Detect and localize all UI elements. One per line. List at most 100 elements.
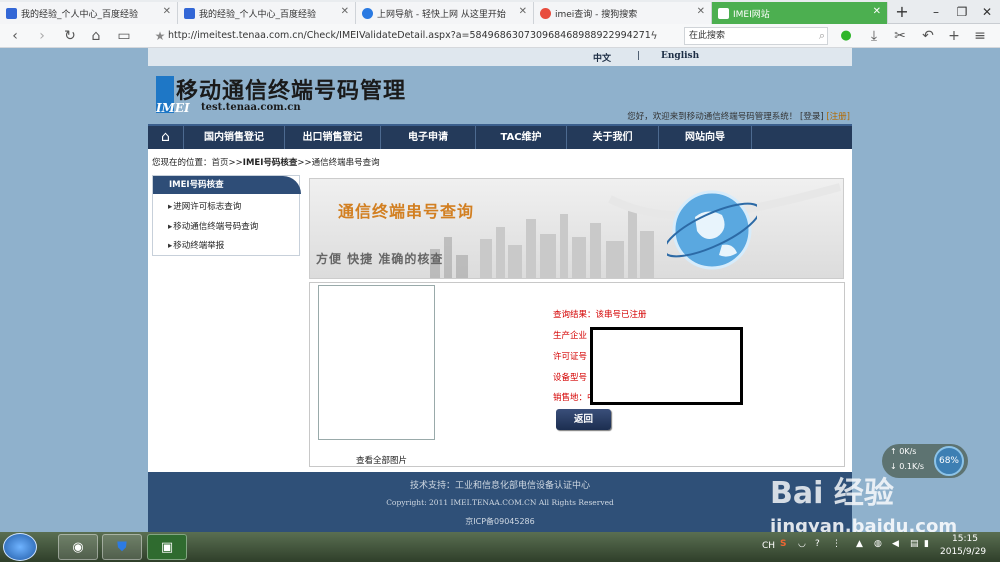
download-icon[interactable]: ⤓	[864, 27, 884, 45]
nav-tac-maintenance[interactable]: TAC维护	[476, 126, 567, 149]
input-language[interactable]: CH	[762, 541, 775, 551]
footer-icp[interactable]: 京ICP备09045286	[148, 516, 852, 527]
reload-icon[interactable]: ↻	[60, 27, 80, 45]
sidebar-item-terminal-number[interactable]: 移动通信终端号码查询	[168, 220, 258, 232]
clock-date[interactable]: 2015/9/29	[940, 547, 986, 557]
website-container: 中文 | English IMEI 移动通信终端号码管理 test.tenaa.…	[148, 48, 852, 532]
result-panel: 查看全部图片 查询结果：该串号已注册 生产企业 许可证号 设备型号 销售地：中 …	[309, 282, 845, 467]
breadcrumb-section[interactable]: IMEI号码核查	[243, 158, 298, 168]
back-button[interactable]: 返回	[556, 409, 611, 430]
sidebar: IMEI号码核查 进网许可标志查询 移动通信终端号码查询 移动终端举报	[152, 175, 301, 256]
upload-speed-value: 0K/s	[899, 447, 917, 456]
nav-export-registration[interactable]: 出口销售登记	[285, 126, 381, 149]
back-arrow-icon[interactable]: ‹	[5, 27, 25, 45]
footer-copyright: Copyright: 2011 IMEI.TENAA.COM.CN All Ri…	[386, 498, 614, 507]
lang-separator: |	[637, 51, 641, 61]
baidu-favicon-icon	[184, 7, 195, 19]
banner: 通信终端串号查询 方便 快捷 准确的核查	[309, 178, 844, 279]
taskbar-image-app-icon[interactable]: ▣	[147, 534, 187, 560]
main-navigation: ⌂ 国内销售登记 出口销售登记 电子申请 TAC维护 关于我们 网站向导	[148, 124, 852, 149]
close-tab-icon[interactable]: ✕	[519, 6, 527, 17]
device-photo-placeholder[interactable]	[318, 285, 435, 440]
browser-address-bar: ‹ › ↻ ⌂ ▭ ★ http://imeitest.tenaa.com.cn…	[0, 24, 1000, 48]
close-tab-icon[interactable]: ✕	[697, 6, 705, 17]
breadcrumb-separator: >>	[228, 158, 243, 168]
site-header: IMEI 移动通信终端号码管理 test.tenaa.com.cn 您好，欢迎来…	[148, 66, 852, 124]
download-speed: ↓ 0.1K/s	[890, 462, 925, 471]
close-window-icon[interactable]: ✕	[975, 2, 999, 22]
welcome-text: 您好，欢迎来到移动通信终端号码管理系统！ [登录] [注册]	[627, 110, 850, 122]
chat-icon[interactable]: ●	[836, 27, 856, 45]
home-nav-icon[interactable]: ⌂	[148, 126, 184, 149]
restore-icon[interactable]: ❐	[950, 2, 974, 22]
clock-time[interactable]: 15:15	[952, 534, 978, 544]
search-icon[interactable]: ⌕	[812, 27, 832, 45]
volume-icon[interactable]: ◀	[892, 539, 899, 549]
redaction-box	[590, 327, 743, 405]
tab-1-label: 我的经验_个人中心_百度经验	[21, 9, 139, 20]
minimize-icon[interactable]: –	[924, 2, 948, 22]
undo-icon[interactable]: ↶	[918, 27, 938, 45]
new-tab-button[interactable]: +	[890, 2, 914, 22]
nav-about-us[interactable]: 关于我们	[567, 126, 659, 149]
bookmark-star-icon[interactable]: ★	[150, 27, 170, 45]
url-field[interactable]: http://imeitest.tenaa.com.cn/Check/IMEIV…	[168, 27, 678, 45]
sidebar-title: IMEI号码核查	[153, 176, 301, 194]
result-device-model: 设备型号	[553, 373, 588, 383]
site-footer: 技术支持：工业和信息化部电信设备认证中心 Copyright: 2011 IME…	[148, 472, 852, 532]
menu-icon[interactable]: ≡	[970, 27, 990, 45]
sidebar-item-report[interactable]: 移动终端举报	[168, 239, 224, 251]
flag-icon[interactable]: ▲	[856, 539, 863, 549]
nav-e-application[interactable]: 电子申请	[381, 126, 476, 149]
close-tab-icon[interactable]: ✕	[873, 6, 881, 17]
taskbar-browser-icon[interactable]: ◉	[58, 534, 98, 560]
add-icon[interactable]: +	[944, 27, 964, 45]
logo-title: 移动通信终端号码管理	[176, 78, 407, 104]
tab-3-label: 上网导航 - 轻快上网 从这里开始	[377, 9, 506, 20]
browser-tab-3[interactable]: 上网导航 - 轻快上网 从这里开始 ✕	[356, 2, 534, 24]
battery-icon[interactable]: ▮	[924, 539, 929, 549]
forward-arrow-icon[interactable]: ›	[32, 27, 52, 45]
login-link[interactable]: [登录]	[800, 112, 824, 122]
breadcrumb-home[interactable]: 首页	[212, 158, 229, 168]
logo-url: test.tenaa.com.cn	[201, 102, 301, 113]
network-icon[interactable]: ▤	[910, 539, 919, 549]
view-all-photos-link[interactable]: 查看全部图片	[356, 454, 407, 466]
result-manufacturer: 生产企业	[553, 331, 588, 341]
reader-icon[interactable]: ▭	[114, 27, 134, 45]
nav-site-guide[interactable]: 网站向导	[659, 126, 752, 149]
globe-icon	[667, 190, 757, 270]
browser-tab-2[interactable]: 我的经验_个人中心_百度经验 ✕	[178, 2, 356, 24]
main-content: 您现在的位置：首页>>IMEI号码核查>>通信终端串号查询 IMEI号码核查 进…	[148, 149, 852, 472]
nav-domestic-registration[interactable]: 国内销售登记	[184, 126, 285, 149]
tray-dot-icon[interactable]: ◡	[798, 539, 806, 549]
mic-icon[interactable]: ⋮	[832, 539, 841, 549]
browser-tab-bar: 我的经验_个人中心_百度经验 ✕ 我的经验_个人中心_百度经验 ✕ 上网导航 -…	[0, 0, 1000, 24]
browser-tab-5-active[interactable]: IMEI网站 ✕	[712, 2, 888, 24]
lang-chinese-link[interactable]: 中文	[593, 51, 611, 64]
lightning-icon[interactable]: ϟ	[644, 27, 664, 45]
browser-tab-4[interactable]: imei查询 - 搜狗搜索 ✕	[534, 2, 712, 24]
page-favicon-icon	[718, 7, 729, 19]
network-speed-widget[interactable]: ↑ 0K/s ↓ 0.1K/s 68%	[882, 444, 968, 478]
home-icon[interactable]: ⌂	[86, 27, 106, 45]
taskbar-shield-icon[interactable]: ⛊	[102, 534, 142, 560]
sogou-ime-icon[interactable]: S	[780, 539, 786, 549]
welcome-message: 您好，欢迎来到移动通信终端号码管理系统！	[627, 112, 798, 122]
banner-title: 通信终端串号查询	[338, 202, 475, 221]
search-input[interactable]: 在此搜索	[684, 27, 828, 45]
help-icon[interactable]: ?	[815, 539, 820, 549]
breadcrumb-label: 您现在的位置：	[152, 158, 212, 168]
lang-english-link[interactable]: English	[661, 51, 699, 61]
scissors-icon[interactable]: ✂	[890, 27, 910, 45]
breadcrumb: 您现在的位置：首页>>IMEI号码核查>>通信终端串号查询	[152, 156, 380, 168]
register-link[interactable]: [注册]	[826, 112, 850, 122]
close-tab-icon[interactable]: ✕	[163, 6, 171, 17]
sidebar-item-license-mark[interactable]: 进网许可标志查询	[168, 200, 241, 212]
start-button[interactable]	[3, 533, 37, 561]
browser-tab-1[interactable]: 我的经验_个人中心_百度经验 ✕	[0, 2, 178, 24]
qq-icon[interactable]: ◍	[874, 539, 882, 549]
close-tab-icon[interactable]: ✕	[341, 6, 349, 17]
system-tray: CH S ◡ ? ⋮ ▲ ◍ ◀ ▤ ▮ 15:15 2015/9/29	[758, 532, 996, 562]
tab-5-label: IMEI网站	[733, 9, 770, 20]
